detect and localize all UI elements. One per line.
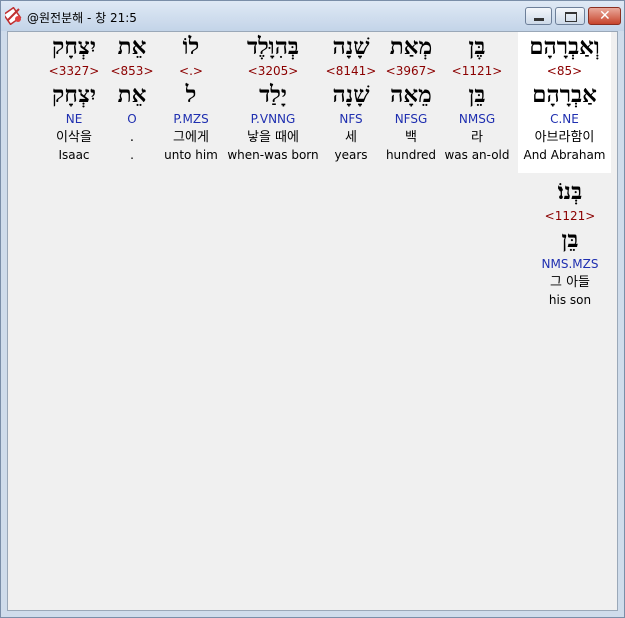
lemma: אַבְרָהָם bbox=[532, 81, 597, 108]
close-button[interactable]: ✕ bbox=[588, 7, 621, 25]
maximize-icon bbox=[565, 12, 577, 22]
english-gloss: Isaac bbox=[58, 148, 90, 162]
english-gloss: hundred bbox=[385, 148, 437, 162]
word-column-2[interactable]: מְאַת <3967> מֵאָה NFSG 백 hundred bbox=[382, 32, 440, 173]
strong-number: <3205> bbox=[247, 64, 299, 78]
strong-number: <1121> bbox=[544, 209, 596, 223]
morphology-code: P.VNNG bbox=[250, 112, 296, 126]
english-gloss: years bbox=[334, 148, 368, 162]
word-column-3[interactable]: שָׁנָה <8141> שָׁנָה NFS 세 years bbox=[324, 32, 378, 173]
english-gloss: his son bbox=[548, 293, 592, 307]
morphology-code: O bbox=[127, 112, 137, 126]
hebrew-word: יִצְחָק bbox=[51, 33, 96, 60]
lemma: ל bbox=[185, 81, 197, 108]
minimize-icon bbox=[534, 18, 544, 21]
strong-number: <8141> bbox=[325, 64, 377, 78]
lemma: יִצְחָק bbox=[51, 81, 96, 108]
korean-gloss: 아브라함이 bbox=[534, 130, 595, 145]
hebrew-word: שָׁנָה bbox=[332, 33, 370, 60]
morphology-code: NFS bbox=[339, 112, 363, 126]
word-column-7[interactable]: יִצְחָק <3327> יִצְחָק NE 이삭을 Isaac bbox=[44, 32, 104, 173]
word-column-0[interactable]: וְאַבְרָהָם <85> אַבְרָהָם C.NE 아브라함이 An… bbox=[518, 32, 611, 173]
korean-gloss: 라 bbox=[471, 130, 483, 145]
maximize-button[interactable] bbox=[555, 7, 585, 25]
title-bar[interactable]: @원전분해 - 창 21:5 ✕ bbox=[1, 1, 624, 31]
hebrew-word: מְאַת bbox=[389, 33, 433, 60]
interlinear-panel: וְאַבְרָהָם <85> אַבְרָהָם C.NE 아브라함이 An… bbox=[7, 31, 618, 611]
lemma: שָׁנָה bbox=[332, 81, 370, 108]
app-icon bbox=[5, 7, 22, 25]
morphology-code: C.NE bbox=[550, 112, 579, 126]
korean-gloss: . bbox=[129, 130, 135, 145]
korean-gloss: 낳을 때에 bbox=[247, 130, 299, 145]
korean-gloss: 세 bbox=[345, 130, 357, 145]
morphology-code: NE bbox=[65, 112, 83, 126]
lemma: מֵאָה bbox=[390, 81, 432, 108]
english-gloss: when-was born bbox=[227, 148, 319, 162]
morphology-code: NFSG bbox=[394, 112, 428, 126]
word-column-8[interactable]: בְּנוֹ׃ <1121> בֵּן NMS.MZS 그 아들 his son bbox=[530, 177, 610, 312]
korean-gloss: 그에게 bbox=[173, 130, 209, 145]
english-gloss: And Abraham bbox=[523, 148, 606, 162]
morphology-code: NMS.MZS bbox=[541, 257, 599, 271]
close-icon: ✕ bbox=[599, 8, 611, 24]
word-column-6[interactable]: אֵת <853> אֵת O . . bbox=[110, 32, 154, 173]
lemma: בֵּן bbox=[468, 81, 486, 108]
word-column-4[interactable]: בְּהִוָּלֶד <3205> יָלַד P.VNNG 낳을 때에 wh… bbox=[227, 32, 319, 173]
hebrew-word: אֵת bbox=[117, 33, 147, 60]
morphology-code: P.MZS bbox=[173, 112, 209, 126]
hebrew-word: בְּנוֹ׃ bbox=[557, 178, 583, 205]
strong-number: <.> bbox=[179, 64, 203, 78]
hebrew-word: לוֹ bbox=[182, 33, 200, 60]
hebrew-word: בְּהִוָּלֶד bbox=[246, 33, 300, 60]
morphology-code: NMSG bbox=[458, 112, 496, 126]
strong-number: <3967> bbox=[385, 64, 437, 78]
english-gloss: . bbox=[130, 148, 134, 162]
word-column-1[interactable]: בֶּן <1121> בֵּן NMSG 라 was an-old bbox=[444, 32, 510, 173]
strong-number: <3327> bbox=[48, 64, 100, 78]
minimize-button[interactable] bbox=[525, 7, 552, 25]
strong-number: <853> bbox=[110, 64, 154, 78]
hebrew-word: בֶּן bbox=[468, 33, 486, 60]
lemma: אֵת bbox=[117, 81, 147, 108]
strong-number: <1121> bbox=[451, 64, 503, 78]
korean-gloss: 백 bbox=[405, 130, 417, 145]
english-gloss: unto him bbox=[164, 148, 218, 162]
lemma: יָלַד bbox=[259, 81, 287, 108]
korean-gloss: 이삭을 bbox=[56, 130, 92, 145]
lemma: בֵּן bbox=[561, 226, 579, 253]
app-window: @원전분해 - 창 21:5 ✕ וְאַבְרָהָם <85> אַבְרָ… bbox=[0, 0, 625, 618]
word-column-5[interactable]: לוֹ <.> ל P.MZS 그에게 unto him bbox=[160, 32, 222, 173]
hebrew-word: וְאַבְרָהָם bbox=[529, 33, 600, 60]
strong-number: <85> bbox=[546, 64, 583, 78]
english-gloss: was an-old bbox=[444, 148, 510, 162]
window-title: @원전분해 - 창 21:5 bbox=[27, 11, 137, 25]
korean-gloss: 그 아들 bbox=[549, 275, 590, 290]
